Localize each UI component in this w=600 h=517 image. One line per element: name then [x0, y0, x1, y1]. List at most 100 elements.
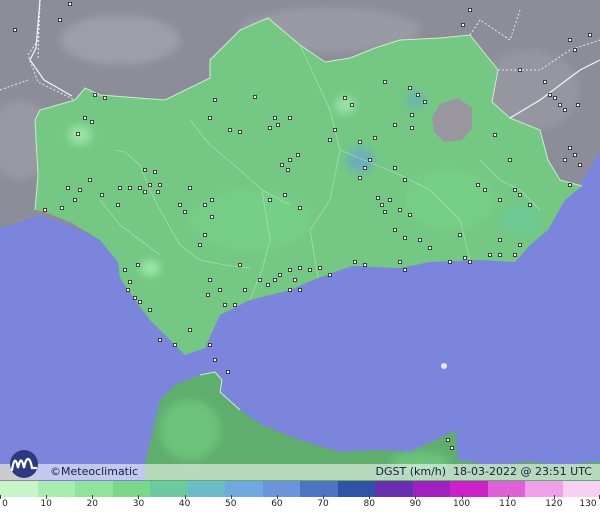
station-marker[interactable] [358, 140, 362, 144]
station-marker[interactable] [138, 300, 142, 304]
station-marker[interactable] [226, 370, 230, 374]
station-marker[interactable] [188, 186, 192, 190]
station-marker[interactable] [410, 113, 414, 117]
station-marker[interactable] [418, 238, 422, 242]
station-marker[interactable] [568, 183, 572, 187]
station-marker[interactable] [258, 278, 262, 282]
station-marker[interactable] [273, 116, 277, 120]
station-marker[interactable] [296, 153, 300, 157]
station-marker[interactable] [450, 446, 454, 450]
station-marker[interactable] [403, 236, 407, 240]
station-marker[interactable] [178, 203, 182, 207]
station-marker[interactable] [398, 208, 402, 212]
station-marker[interactable] [228, 128, 232, 132]
station-marker[interactable] [93, 93, 97, 97]
station-marker[interactable] [543, 80, 547, 84]
station-marker[interactable] [558, 103, 562, 107]
meteoclimatic-logo[interactable] [4, 448, 48, 480]
station-marker[interactable] [410, 126, 414, 130]
station-marker[interactable] [563, 158, 567, 162]
station-marker[interactable] [233, 303, 237, 307]
station-marker[interactable] [100, 193, 104, 197]
station-marker[interactable] [328, 273, 332, 277]
station-marker[interactable] [73, 198, 77, 202]
station-marker[interactable] [553, 96, 557, 100]
station-marker[interactable] [376, 196, 380, 200]
station-marker[interactable] [208, 116, 212, 120]
station-marker[interactable] [268, 198, 272, 202]
station-marker[interactable] [298, 206, 302, 210]
station-marker[interactable] [143, 168, 147, 172]
station-marker[interactable] [13, 28, 17, 32]
station-marker[interactable] [238, 263, 242, 267]
station-marker[interactable] [208, 343, 212, 347]
station-marker[interactable] [318, 266, 322, 270]
station-marker[interactable] [238, 130, 242, 134]
station-marker[interactable] [423, 100, 427, 104]
station-marker[interactable] [183, 210, 187, 214]
station-marker[interactable] [218, 288, 222, 292]
station-marker[interactable] [153, 170, 157, 174]
station-marker[interactable] [83, 116, 87, 120]
station-marker[interactable] [483, 188, 487, 192]
station-marker[interactable] [116, 203, 120, 207]
brand-text[interactable]: ©Meteoclimatic [50, 465, 138, 479]
station-marker[interactable] [363, 263, 367, 267]
station-marker[interactable] [203, 233, 207, 237]
station-marker[interactable] [43, 208, 47, 212]
station-marker[interactable] [428, 246, 432, 250]
station-marker[interactable] [283, 193, 287, 197]
station-marker[interactable] [493, 133, 497, 137]
station-marker[interactable] [403, 178, 407, 182]
station-marker[interactable] [286, 168, 290, 172]
station-marker[interactable] [173, 343, 177, 347]
station-marker[interactable] [350, 103, 354, 107]
station-marker[interactable] [266, 283, 270, 287]
station-marker[interactable] [383, 210, 387, 214]
station-marker[interactable] [288, 158, 292, 162]
station-marker[interactable] [276, 123, 280, 127]
station-marker[interactable] [78, 188, 82, 192]
station-marker[interactable] [133, 296, 137, 300]
station-marker[interactable] [66, 186, 70, 190]
station-marker[interactable] [90, 120, 94, 124]
station-marker[interactable] [448, 260, 452, 264]
station-marker[interactable] [393, 166, 397, 170]
station-marker[interactable] [408, 213, 412, 217]
station-marker[interactable] [446, 438, 450, 442]
station-marker[interactable] [363, 166, 367, 170]
station-marker[interactable] [253, 95, 257, 99]
station-marker[interactable] [198, 243, 202, 247]
station-marker[interactable] [243, 288, 247, 292]
station-marker[interactable] [126, 288, 130, 292]
station-marker[interactable] [568, 38, 572, 42]
station-marker[interactable] [280, 163, 284, 167]
station-marker[interactable] [328, 138, 332, 142]
station-marker[interactable] [298, 288, 302, 292]
station-marker[interactable] [498, 198, 502, 202]
station-marker[interactable] [76, 132, 80, 136]
station-marker[interactable] [128, 280, 132, 284]
station-marker[interactable] [403, 268, 407, 272]
station-marker[interactable] [508, 158, 512, 162]
station-marker[interactable] [88, 178, 92, 182]
station-marker[interactable] [298, 266, 302, 270]
station-marker[interactable] [353, 260, 357, 264]
station-marker[interactable] [288, 288, 292, 292]
station-marker[interactable] [578, 163, 582, 167]
station-marker[interactable] [573, 153, 577, 157]
station-marker[interactable] [398, 260, 402, 264]
station-marker[interactable] [208, 278, 212, 282]
station-marker[interactable] [476, 183, 480, 187]
station-marker[interactable] [468, 260, 472, 264]
station-marker[interactable] [60, 206, 64, 210]
station-marker[interactable] [573, 48, 577, 52]
station-marker[interactable] [518, 193, 522, 197]
station-marker[interactable] [136, 263, 140, 267]
station-marker[interactable] [158, 338, 162, 342]
station-marker[interactable] [118, 186, 122, 190]
station-marker[interactable] [388, 198, 392, 202]
station-marker[interactable] [138, 186, 142, 190]
station-marker[interactable] [148, 308, 152, 312]
station-marker[interactable] [148, 183, 152, 187]
